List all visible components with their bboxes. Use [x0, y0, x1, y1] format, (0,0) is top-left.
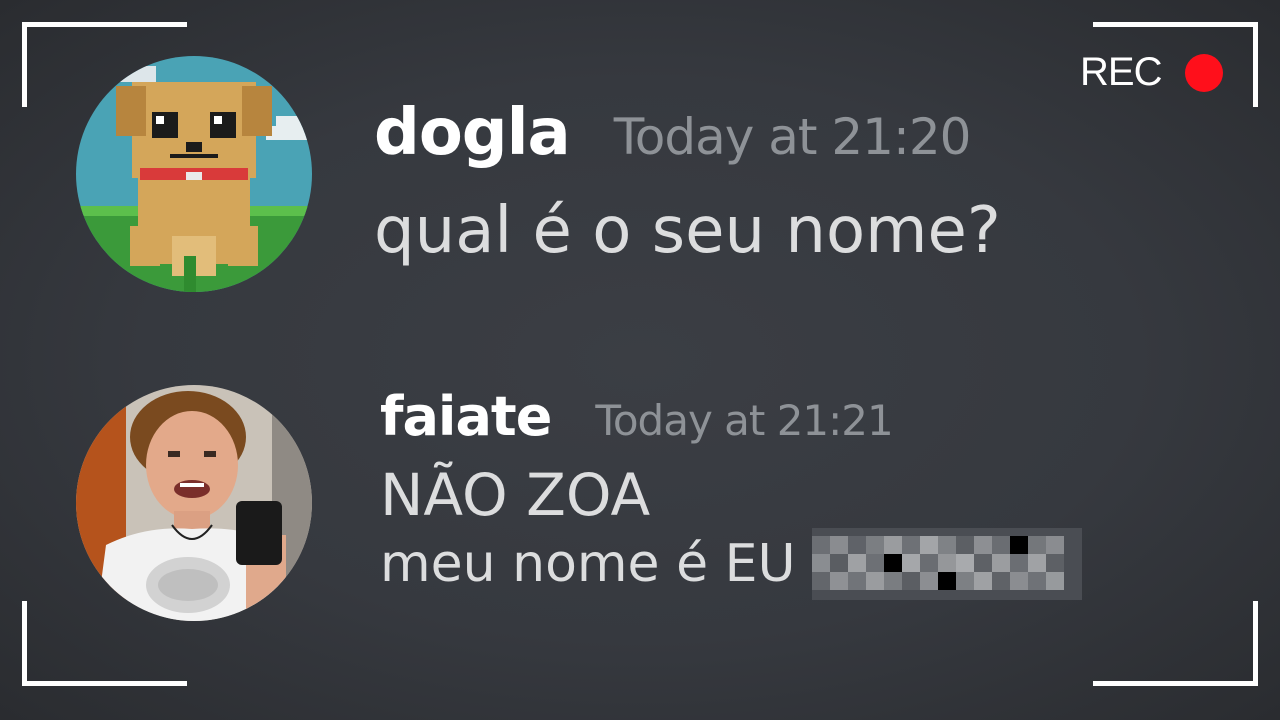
timestamp: Today at 21:20 — [613, 108, 972, 166]
chat-message: dogla Today at 21:20 qual é o seu nome? — [76, 56, 1001, 292]
message-body: faiate Today at 21:21 NÃO ZOA meu nome é… — [380, 385, 1082, 600]
recording-dot-icon — [1185, 53, 1224, 92]
rec-label: REC — [1080, 50, 1162, 94]
message-header: faiate Today at 21:21 — [380, 385, 1082, 448]
user-photo-avatar-icon — [76, 385, 312, 621]
username[interactable]: faiate — [380, 385, 552, 448]
message-text: meu nome é EU — [380, 534, 796, 594]
avatar[interactable] — [76, 385, 312, 621]
recording-indicator: REC — [1080, 50, 1224, 95]
message-body: dogla Today at 21:20 qual é o seu nome? — [374, 96, 1001, 268]
censored-text-pixelation — [811, 528, 1082, 600]
pixel-dog-avatar-icon — [76, 56, 312, 292]
viewfinder-corner-bottom-right — [1093, 601, 1258, 686]
message-text: qual é o seu nome? — [374, 194, 1001, 268]
avatar[interactable] — [76, 56, 312, 292]
message-text-line: NÃO ZOA — [380, 461, 651, 529]
chat-message: faiate Today at 21:21 NÃO ZOA meu nome é… — [76, 385, 1082, 621]
message-header: dogla Today at 21:20 — [374, 96, 1001, 170]
username[interactable]: dogla — [374, 96, 571, 170]
timestamp: Today at 21:21 — [595, 396, 893, 445]
message-text-line: meu nome é EU — [380, 528, 1082, 600]
